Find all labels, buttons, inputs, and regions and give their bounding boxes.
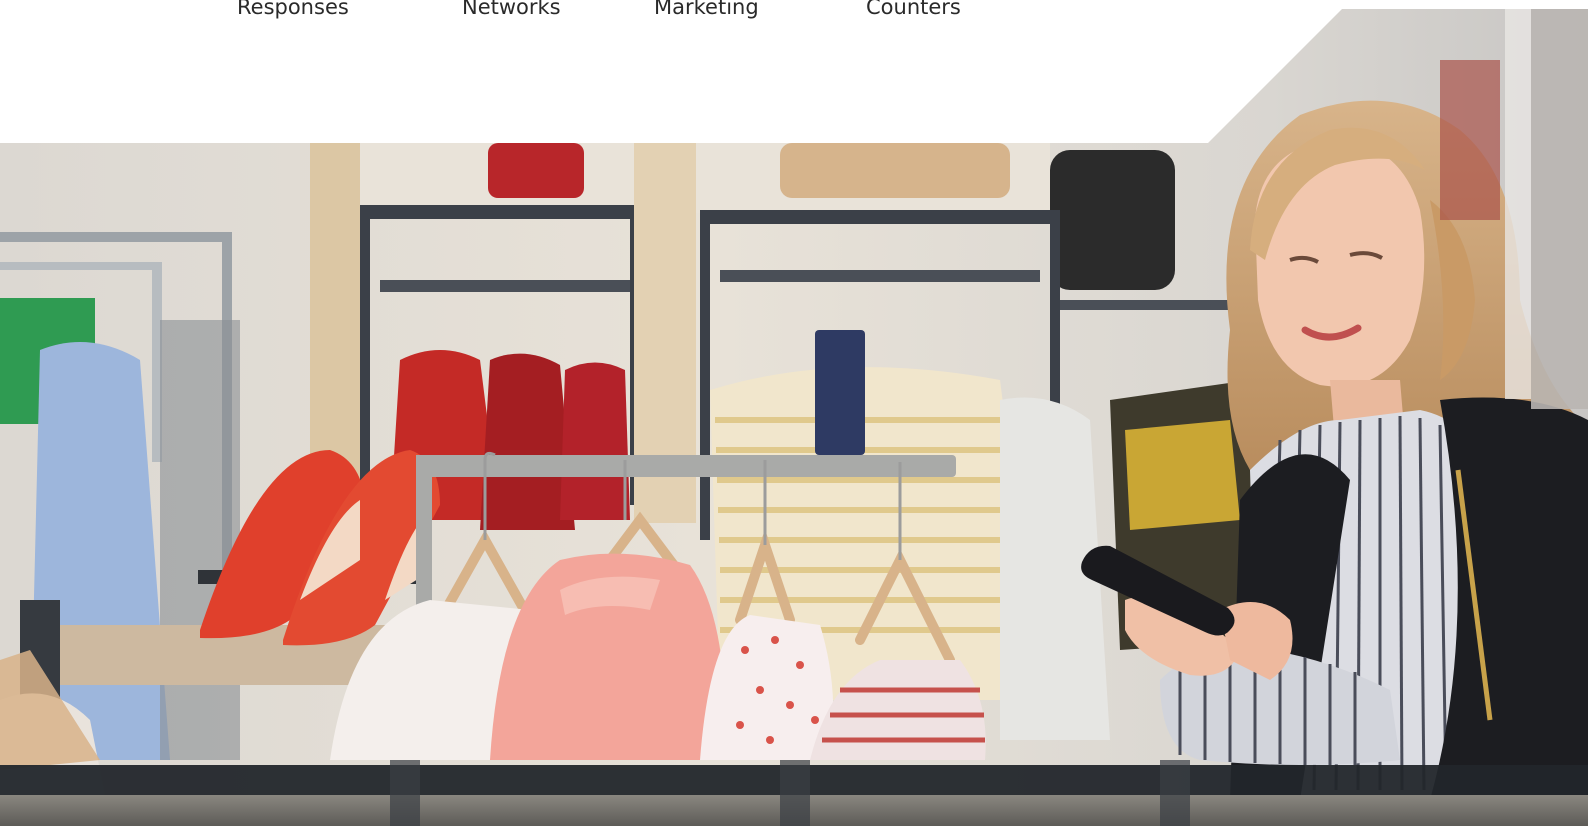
red-bag-shape <box>488 143 584 198</box>
clothing-tag <box>815 330 865 455</box>
folded-sweater-shape <box>780 143 1010 198</box>
hanger-rack-bar <box>416 455 956 477</box>
hero-image <box>0 0 1588 837</box>
backpack-shape <box>1050 150 1175 290</box>
